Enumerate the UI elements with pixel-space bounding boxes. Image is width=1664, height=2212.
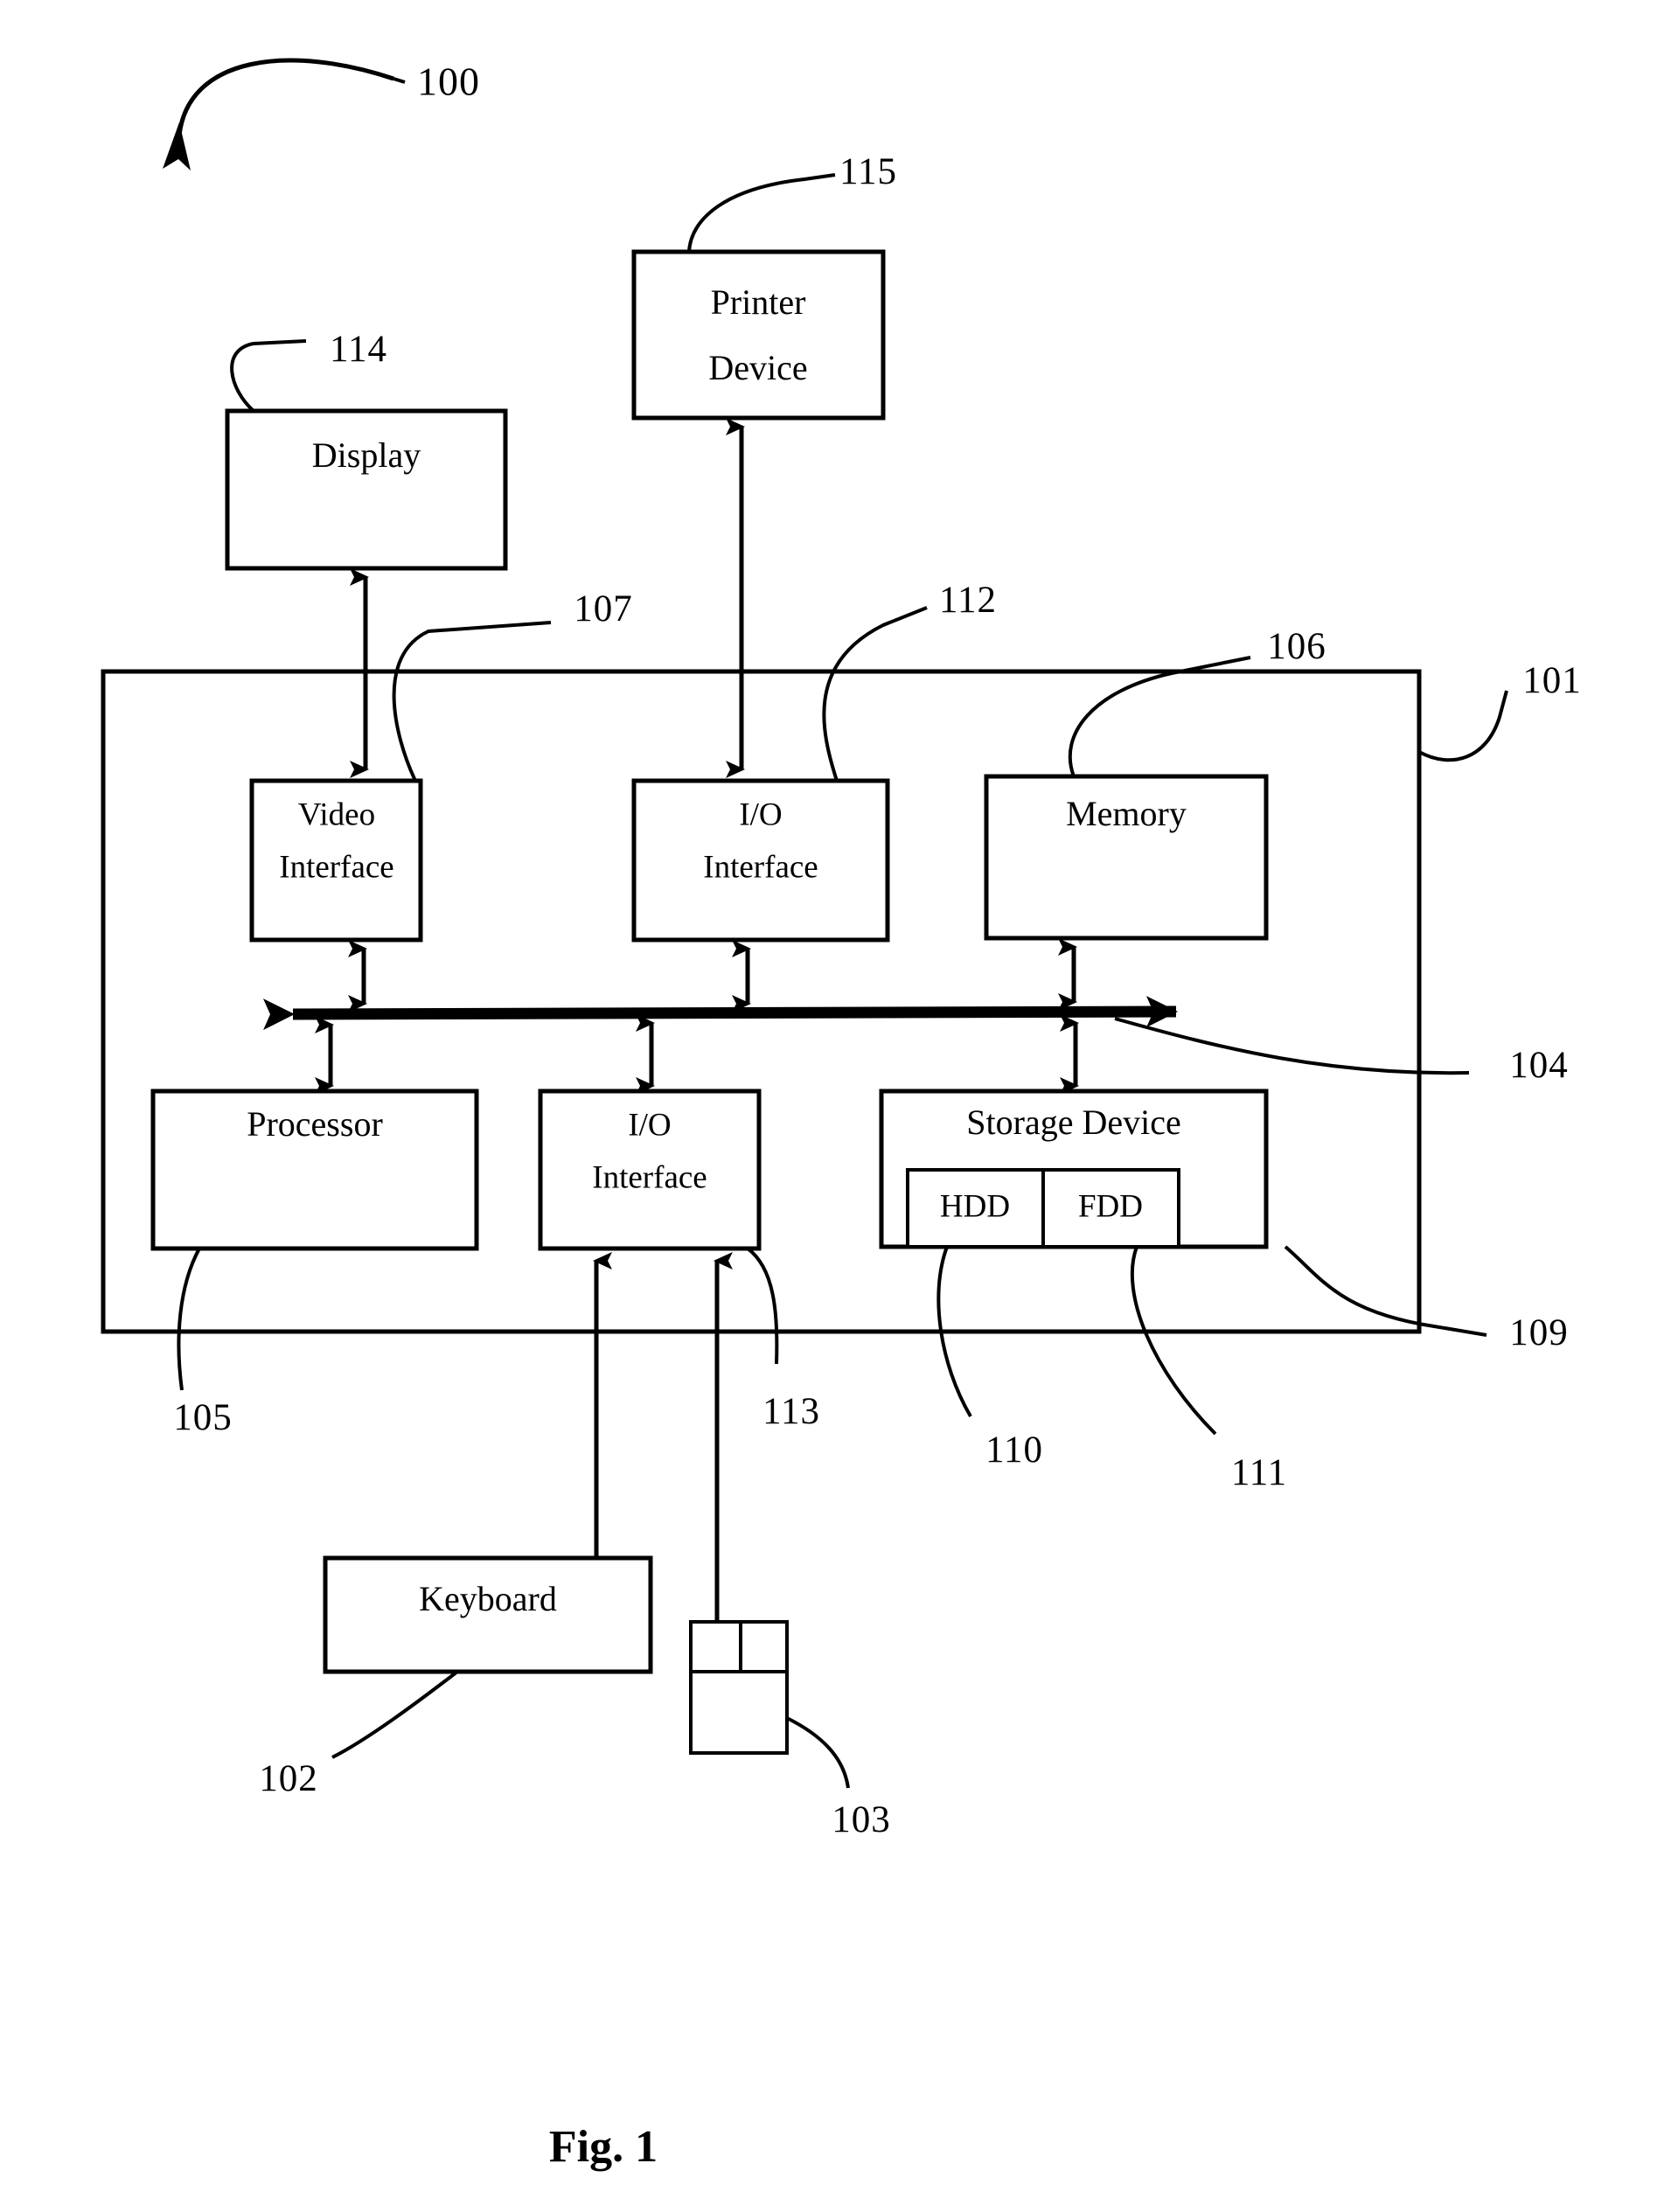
keyboard-leader xyxy=(331,1670,459,1759)
io-interface-bottom-label-line2: Interface xyxy=(592,1159,707,1195)
io-interface-top-box: I/O Interface xyxy=(631,606,928,943)
printer-device-label-line2: Device xyxy=(708,348,807,387)
fdd-leader xyxy=(1130,1246,1217,1436)
ref-number-112: 112 xyxy=(939,580,997,621)
processor-box: Processor xyxy=(150,1089,479,1391)
display-box: Display xyxy=(225,339,508,571)
system-block-diagram: Printer Device 115 Display 114 101 Video… xyxy=(101,58,1582,2172)
patent-figure: Printer Device 115 Display 114 101 Video… xyxy=(0,0,1664,2212)
hdd-label: HDD xyxy=(940,1188,1010,1224)
ref-number-106: 106 xyxy=(1267,626,1326,667)
ref-number-101: 101 xyxy=(1522,660,1582,701)
io-interface-bottom-box: I/O Interface xyxy=(538,1089,779,1365)
fdd-label: FDD xyxy=(1078,1188,1143,1224)
keyboard-label: Keyboard xyxy=(419,1579,557,1618)
ref-number-105: 105 xyxy=(173,1397,233,1438)
printer-device-rect xyxy=(631,249,886,421)
ref-number-114: 114 xyxy=(330,329,387,370)
video-interface-label-line1: Video xyxy=(298,796,375,832)
processor-label: Processor xyxy=(247,1104,383,1144)
ref-number-111: 111 xyxy=(1231,1452,1287,1493)
printer-device-box: Printer Device xyxy=(631,173,886,421)
ref-number-113: 113 xyxy=(762,1391,820,1432)
system-pointer-arrowhead xyxy=(163,122,191,170)
video-interface-label-line2: Interface xyxy=(279,849,393,885)
ref-number-115: 115 xyxy=(839,151,897,192)
bus-connectors-lower xyxy=(315,1014,1079,1095)
figure-caption: Fig. 1 xyxy=(549,2122,658,2172)
storage-device-label: Storage Device xyxy=(966,1103,1180,1142)
mouse-leader xyxy=(786,1716,850,1789)
keyboard-box: Keyboard xyxy=(323,1555,653,1759)
ref-number-110: 110 xyxy=(985,1429,1043,1471)
ref-number-103: 103 xyxy=(832,1799,891,1840)
bus-connectors-upper xyxy=(348,938,1077,1012)
storage-device-box: Storage Device HDD FDD xyxy=(879,1089,1487,1436)
bus-leader xyxy=(1114,1017,1470,1075)
ref-number-102: 102 xyxy=(259,1758,318,1799)
system-pointer-arrow xyxy=(163,58,406,170)
display-label: Display xyxy=(312,435,421,475)
io-interface-top-label-line2: Interface xyxy=(703,849,818,885)
storage-leader xyxy=(1284,1245,1487,1337)
printer-device-label-line1: Printer xyxy=(711,282,806,322)
memory-box: Memory xyxy=(984,656,1269,941)
system-bus xyxy=(262,996,1470,1075)
mouse-icon xyxy=(689,1620,850,1789)
ref-number-100: 100 xyxy=(417,59,480,104)
display-rect xyxy=(225,408,508,571)
ref-number-109: 109 xyxy=(1509,1312,1569,1353)
memory-label: Memory xyxy=(1066,794,1187,833)
io-interface-bottom-label-line1: I/O xyxy=(628,1107,671,1143)
ref-number-107: 107 xyxy=(574,588,633,630)
io-interface-top-label-line1: I/O xyxy=(739,796,782,832)
ref-number-104: 104 xyxy=(1509,1045,1569,1086)
bus-line xyxy=(262,996,1178,1031)
enclosure-leader xyxy=(1418,690,1508,762)
